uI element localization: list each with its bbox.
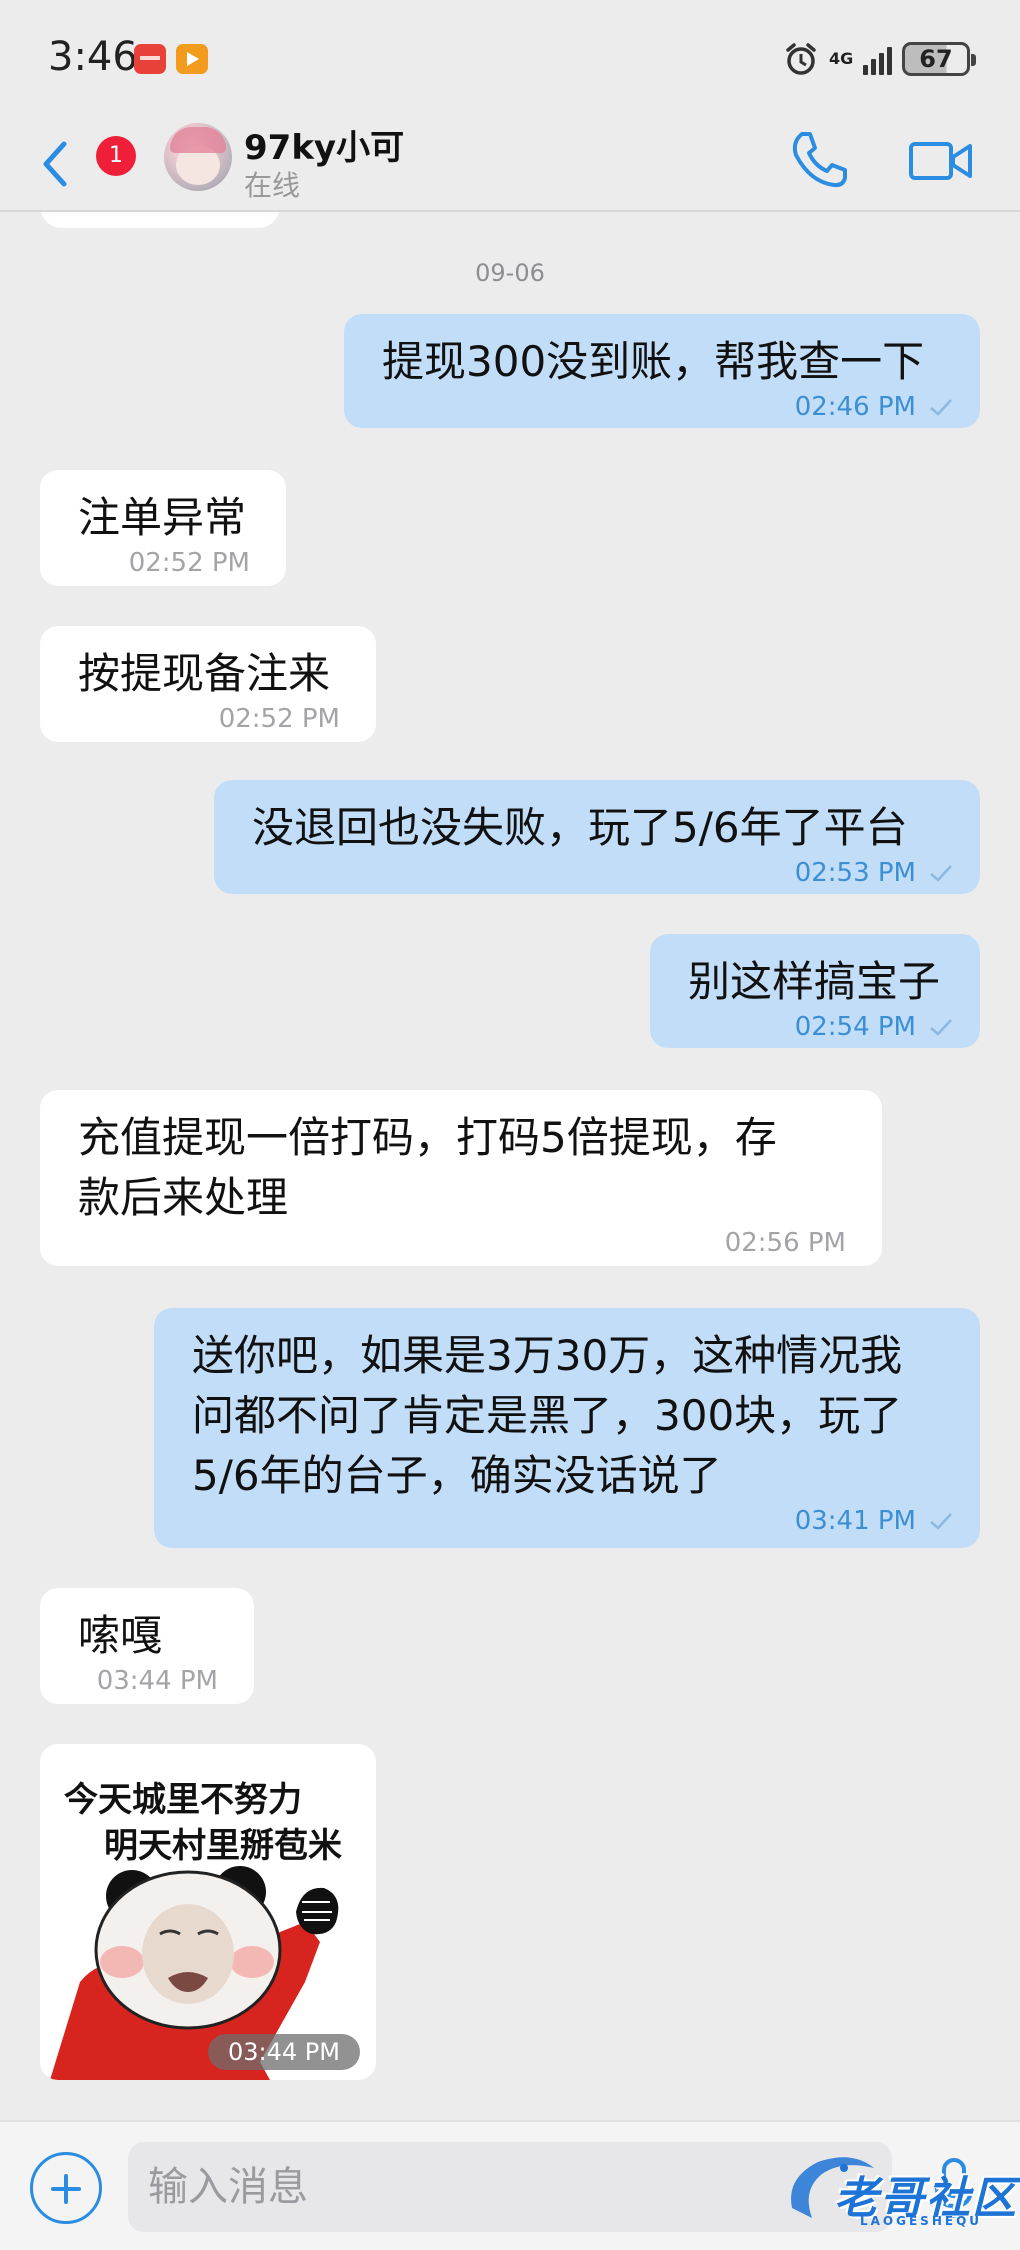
input-bar: 输入消息 老哥社区 LAOGESHEQU xyxy=(0,2120,1020,2250)
add-attachment-icon[interactable] xyxy=(30,2152,102,2224)
message-text: 提现300没到账，帮我查一下 xyxy=(382,337,925,386)
sent-check-icon xyxy=(930,1019,952,1036)
sticker-message[interactable]: 今天城里不努力 明天村里掰苞米 03:44 PM xyxy=(40,1744,376,2080)
battery-icon: 67 xyxy=(902,42,976,76)
date-separator: 09-06 xyxy=(475,259,545,287)
sent-check-icon xyxy=(930,1513,952,1530)
message-bubble-incoming[interactable]: 嗦嘎 03:44 PM xyxy=(40,1588,254,1704)
message-bubble-incoming[interactable]: 充值提现一倍打码，打码5倍提现，存 款后来处理 02:56 PM xyxy=(40,1090,882,1266)
message-text: 按提现备注来 xyxy=(78,649,331,698)
contact-status: 在线 xyxy=(244,169,301,202)
message-time: 03:41 PM xyxy=(794,1506,916,1536)
message-time: 02:52 PM xyxy=(218,704,340,734)
message-text: 注单异常 xyxy=(78,493,247,542)
message-text: 没退回也没失败，玩了5/6年了平台 xyxy=(252,803,908,852)
message-text: 嗦嘎 xyxy=(78,1611,163,1660)
message-text: 送你吧，如果是3万30万，这种情况我 问都不问了肯定是黑了，300块，玩了 5/… xyxy=(192,1331,903,1500)
unread-badge: 1 xyxy=(96,136,136,176)
message-time: 02:56 PM xyxy=(724,1228,846,1258)
message-time: 02:54 PM xyxy=(794,1012,916,1042)
video-app-icon xyxy=(176,44,208,74)
huawei-mall-icon xyxy=(134,44,166,74)
message-text: 充值提现一倍打码，打码5倍提现，存 款后来处理 xyxy=(78,1113,777,1222)
message-bubble-incoming[interactable]: 按提现备注来 02:52 PM xyxy=(40,626,376,742)
contact-name[interactable]: 97ky小可 xyxy=(244,120,404,169)
message-text: 别这样搞宝子 xyxy=(688,957,941,1006)
alarm-icon xyxy=(783,41,819,77)
phone-call-icon[interactable] xyxy=(788,128,850,190)
status-indicators: 4G 67 xyxy=(783,38,976,80)
message-time: 02:46 PM xyxy=(794,392,916,422)
message-bubble-outgoing[interactable]: 送你吧，如果是3万30万，这种情况我 问都不问了肯定是黑了，300块，玩了 5/… xyxy=(154,1308,980,1548)
message-bubble-outgoing[interactable]: 提现300没到账，帮我查一下 02:46 PM xyxy=(344,314,980,428)
message-bubble-incoming[interactable]: 注单异常 02:52 PM xyxy=(40,470,286,586)
message-list[interactable]: 09-06 提现300没到账，帮我查一下 02:46 PM 注单异常 02:52… xyxy=(0,212,1020,2120)
message-bubble-outgoing[interactable]: 没退回也没失败，玩了5/6年了平台 02:53 PM xyxy=(214,780,980,894)
previous-message-bubble xyxy=(40,212,280,228)
video-call-icon[interactable] xyxy=(908,130,974,190)
message-time: 02:52 PM xyxy=(128,548,250,578)
signal-icon xyxy=(863,43,892,75)
chat-header: 1 97ky小可 在线 xyxy=(0,120,1020,210)
status-time: 3:46 xyxy=(48,34,138,80)
sticker-caption-line2: 明天村里掰苞米 xyxy=(104,1826,342,1866)
status-bar: 3:46 4G 67 xyxy=(0,0,1020,120)
network-type: 4G xyxy=(829,49,854,68)
message-time: 03:44 PM xyxy=(96,1666,218,1696)
message-input[interactable]: 输入消息 xyxy=(128,2142,892,2232)
message-time: 02:53 PM xyxy=(794,858,916,888)
sent-check-icon xyxy=(930,399,952,416)
back-chevron-icon[interactable] xyxy=(36,134,76,194)
message-bubble-outgoing[interactable]: 别这样搞宝子 02:54 PM xyxy=(650,934,980,1048)
avatar[interactable] xyxy=(164,123,232,191)
watermark-logo: 老哥社区 LAOGESHEQU xyxy=(782,2144,1016,2240)
sent-check-icon xyxy=(930,865,952,882)
watermark-subtext: LAOGESHEQU xyxy=(860,2214,983,2228)
sticker-caption-line1: 今天城里不努力 xyxy=(64,1780,302,1820)
message-time: 03:44 PM xyxy=(208,2034,360,2070)
